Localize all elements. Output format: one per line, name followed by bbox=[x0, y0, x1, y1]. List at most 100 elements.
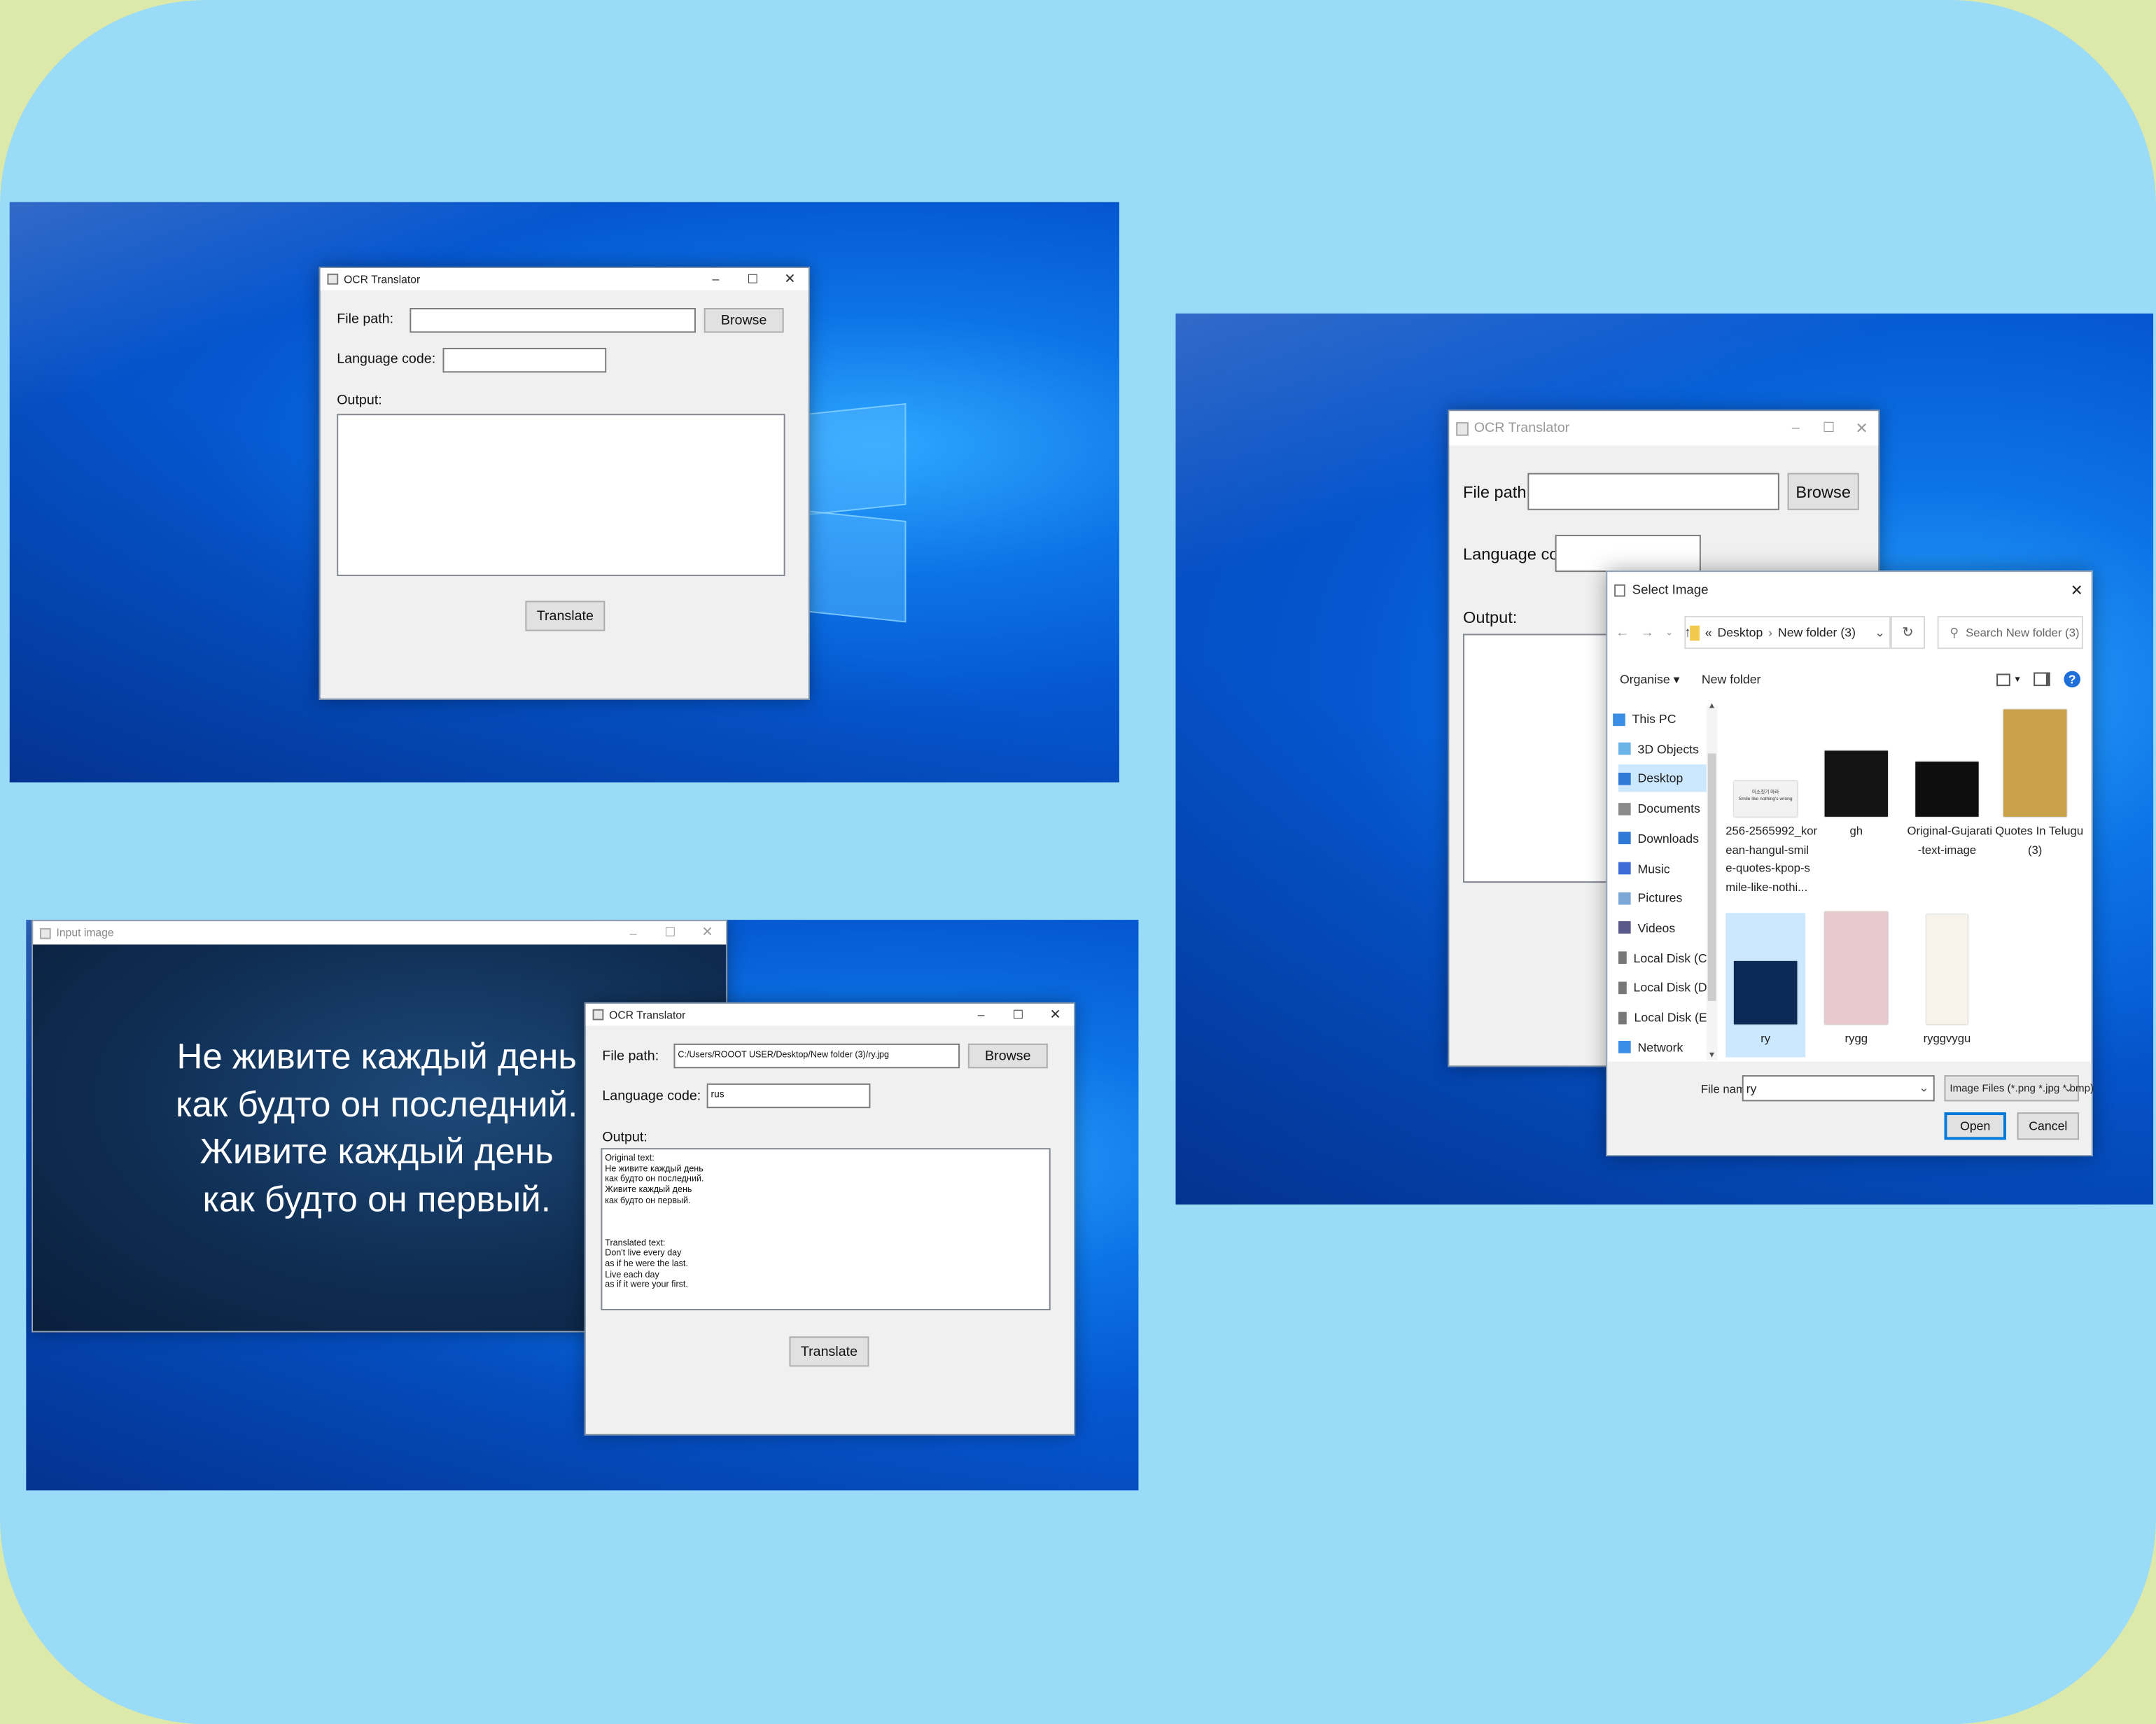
sidebar-item-label: Videos bbox=[1637, 920, 1676, 935]
sidebar-item-videos[interactable]: Videos bbox=[1618, 914, 1715, 941]
desktop-screenshot-result: Input image – ☐ ✕ Не живите каждый день … bbox=[26, 920, 1139, 1491]
file-name-dropdown-icon[interactable]: ⌄ bbox=[1919, 1081, 1929, 1096]
search-placeholder: Search New folder (3) bbox=[1966, 625, 2080, 640]
sidebar-item-3d-objects[interactable]: 3D Objects bbox=[1618, 735, 1715, 762]
file-item[interactable]: ry bbox=[1726, 913, 1806, 1058]
help-icon[interactable]: ? bbox=[2064, 671, 2080, 688]
computer-icon bbox=[1613, 713, 1625, 726]
output-label: Output: bbox=[602, 1130, 648, 1146]
file-item[interactable]: ryggvygu bbox=[1907, 913, 1987, 1057]
sidebar-item-label: 3D Objects bbox=[1637, 742, 1699, 756]
sidebar-item-label: Local Disk (D:) bbox=[1633, 981, 1715, 995]
sidebar-item-music[interactable]: Music bbox=[1618, 855, 1715, 882]
file-thumbnail bbox=[2003, 709, 2067, 817]
dialog-title-bar: Select Image ✕ bbox=[1607, 572, 2091, 608]
view-options-icon[interactable] bbox=[1997, 673, 2011, 686]
recent-dropdown-icon[interactable]: ⌄ bbox=[1665, 627, 1674, 638]
address-bar[interactable]: « Desktop › New folder (3) ⌄ bbox=[1684, 616, 1891, 650]
output-textbox[interactable] bbox=[337, 414, 785, 577]
sidebar-item-local-disk-d[interactable]: Local Disk (D:) bbox=[1618, 974, 1715, 1001]
file-name: 256-2565992_kor ean-hangul-smil e-quotes… bbox=[1726, 823, 1818, 893]
minimize-icon[interactable]: – bbox=[1779, 411, 1812, 445]
breadcrumb-desktop[interactable]: Desktop bbox=[1717, 626, 1763, 640]
video-icon bbox=[1618, 921, 1631, 934]
sidebar-item-documents[interactable]: Documents bbox=[1618, 795, 1715, 822]
file-type-select[interactable]: Image Files (*.png *.jpg *.bmp) ⌄ bbox=[1944, 1075, 2094, 1102]
file-item[interactable]: rygg bbox=[1816, 911, 1896, 1057]
back-arrow-icon[interactable]: ← bbox=[1616, 625, 1630, 640]
file-name: ryggvygu bbox=[1923, 1031, 1971, 1045]
close-icon[interactable]: ✕ bbox=[1037, 1004, 1074, 1025]
close-icon[interactable]: ✕ bbox=[771, 268, 808, 290]
sidebar-item-desktop[interactable]: Desktop bbox=[1618, 764, 1715, 793]
preview-pane-icon[interactable] bbox=[2033, 672, 2050, 687]
language-code-input[interactable] bbox=[1555, 535, 1701, 573]
close-icon[interactable]: ✕ bbox=[2071, 581, 2083, 599]
maximize-icon[interactable]: ☐ bbox=[1000, 1004, 1037, 1025]
organise-button[interactable]: Organise ▾ bbox=[1620, 672, 1680, 687]
sidebar-item-label: Network bbox=[1637, 1040, 1684, 1055]
app-icon bbox=[327, 273, 339, 285]
file-item[interactable]: Quotes In Telugu (3) bbox=[1995, 706, 2083, 912]
view-dropdown-icon[interactable]: ▾ bbox=[2015, 674, 2020, 685]
browse-button[interactable]: Browse bbox=[967, 1043, 1048, 1069]
address-dropdown-icon[interactable]: ⌄ bbox=[1875, 625, 1885, 640]
file-item[interactable]: gh bbox=[1816, 706, 1896, 912]
minimize-icon[interactable]: – bbox=[962, 1004, 1000, 1025]
window-title: OCR Translator bbox=[344, 272, 421, 286]
language-code-input[interactable] bbox=[442, 347, 607, 373]
open-button[interactable]: Open bbox=[1944, 1112, 2006, 1140]
navigation-scrollbar[interactable]: ▲ ▼ bbox=[1706, 703, 1718, 1060]
maximize-icon[interactable]: ☐ bbox=[1812, 411, 1845, 445]
file-path-input[interactable] bbox=[410, 308, 696, 333]
window-title: Input image bbox=[56, 926, 114, 939]
file-name: rygg bbox=[1844, 1031, 1868, 1045]
file-thumbnail bbox=[1824, 911, 1888, 1025]
title-bar: OCR Translator – ☐ ✕ bbox=[1449, 411, 1879, 446]
language-code-input[interactable]: rus bbox=[706, 1083, 871, 1109]
file-name: gh bbox=[1849, 823, 1863, 838]
file-name: ry bbox=[1760, 1031, 1771, 1045]
minimize-icon[interactable]: – bbox=[697, 268, 734, 290]
music-icon bbox=[1618, 862, 1631, 875]
file-item[interactable]: 미소짓기 마라 Smile like nothing's wrong 256-25… bbox=[1726, 706, 1818, 912]
sidebar-item-this-pc[interactable]: This PC bbox=[1613, 706, 1709, 733]
file-path-input[interactable]: C:/Users/ROOOT USER/Desktop/New folder (… bbox=[673, 1043, 960, 1069]
sidebar-item-local-disk-c[interactable]: Local Disk (C:) bbox=[1618, 944, 1714, 972]
close-icon[interactable]: ✕ bbox=[1845, 411, 1878, 445]
maximize-icon[interactable]: ☐ bbox=[652, 921, 689, 944]
file-item[interactable]: Original-Gujarati -text-image bbox=[1907, 706, 1992, 912]
minimize-icon[interactable]: – bbox=[615, 921, 652, 944]
translate-button[interactable]: Translate bbox=[789, 1336, 869, 1367]
forward-arrow-icon[interactable]: → bbox=[1640, 625, 1654, 640]
output-label: Output: bbox=[1463, 608, 1518, 627]
search-box[interactable]: ⚲ Search New folder (3) bbox=[1937, 616, 2083, 650]
translate-button[interactable]: Translate bbox=[525, 601, 606, 631]
refresh-button[interactable]: ↻ bbox=[1890, 616, 1926, 650]
breadcrumb-prefix: « bbox=[1704, 625, 1712, 640]
output-textbox[interactable]: Original text: Не живите каждый день как… bbox=[601, 1148, 1051, 1310]
network-icon bbox=[1618, 1041, 1631, 1054]
close-icon[interactable]: ✕ bbox=[689, 921, 726, 944]
file-thumbnail bbox=[1733, 961, 1798, 1025]
desktop-icon bbox=[1618, 772, 1631, 785]
sidebar-item-network[interactable]: Network bbox=[1618, 1034, 1715, 1060]
file-thumbnail: 미소짓기 마라 Smile like nothing's wrong bbox=[1733, 780, 1798, 817]
file-name-input[interactable]: ry ⌄ bbox=[1742, 1075, 1935, 1102]
sidebar-item-label: Music bbox=[1637, 861, 1670, 876]
sidebar-item-local-disk-e[interactable]: Local Disk (E:) bbox=[1618, 1004, 1714, 1031]
breadcrumb-new-folder[interactable]: New folder (3) bbox=[1778, 626, 1856, 640]
maximize-icon[interactable]: ☐ bbox=[734, 268, 771, 290]
new-folder-button[interactable]: New folder bbox=[1702, 673, 1761, 687]
browse-button[interactable]: Browse bbox=[704, 308, 784, 333]
search-icon: ⚲ bbox=[1949, 624, 1959, 639]
output-label: Output: bbox=[337, 393, 382, 409]
app-icon bbox=[1614, 583, 1625, 596]
browse-button[interactable]: Browse bbox=[1787, 472, 1859, 510]
cancel-button[interactable]: Cancel bbox=[2017, 1112, 2080, 1140]
sidebar-item-downloads[interactable]: Downloads bbox=[1618, 825, 1715, 852]
sidebar-item-pictures[interactable]: Pictures bbox=[1618, 884, 1715, 911]
desktop-screenshot-empty: OCR Translator – ☐ ✕ File path: Browse L… bbox=[9, 202, 1119, 783]
file-path-input[interactable] bbox=[1527, 472, 1779, 510]
collage: OCR Translator – ☐ ✕ File path: Browse L… bbox=[0, 0, 2156, 1724]
